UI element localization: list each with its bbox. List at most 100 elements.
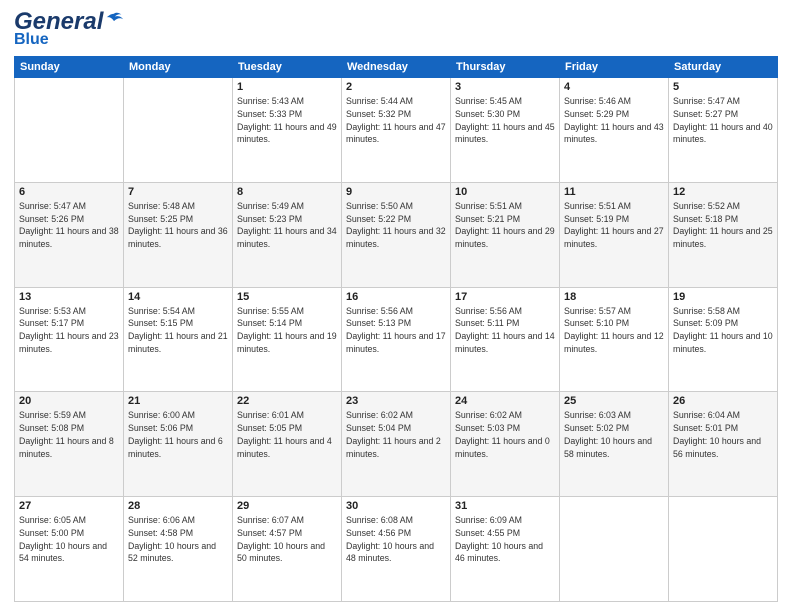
day-detail: Sunrise: 6:01 AM Sunset: 5:05 PM Dayligh… (237, 409, 337, 460)
day-detail: Sunrise: 5:48 AM Sunset: 5:25 PM Dayligh… (128, 200, 228, 251)
calendar-table: Sunday Monday Tuesday Wednesday Thursday… (14, 56, 778, 602)
day-number: 2 (346, 81, 446, 93)
day-number: 3 (455, 81, 555, 93)
day-number: 11 (564, 186, 664, 198)
day-detail: Sunrise: 6:00 AM Sunset: 5:06 PM Dayligh… (128, 409, 228, 460)
day-detail: Sunrise: 5:56 AM Sunset: 5:11 PM Dayligh… (455, 305, 555, 356)
day-detail: Sunrise: 5:58 AM Sunset: 5:09 PM Dayligh… (673, 305, 773, 356)
header: General Blue (14, 10, 778, 48)
day-detail: Sunrise: 6:06 AM Sunset: 4:58 PM Dayligh… (128, 514, 228, 565)
day-number: 5 (673, 81, 773, 93)
calendar-day-cell: 12 Sunrise: 5:52 AM Sunset: 5:18 PM Dayli… (669, 182, 778, 287)
calendar-day-cell (124, 78, 233, 183)
day-detail: Sunrise: 5:50 AM Sunset: 5:22 PM Dayligh… (346, 200, 446, 251)
day-number: 7 (128, 186, 228, 198)
day-number: 29 (237, 500, 337, 512)
calendar-day-cell: 29 Sunrise: 6:07 AM Sunset: 4:57 PM Dayli… (233, 497, 342, 602)
col-tuesday: Tuesday (233, 57, 342, 78)
day-detail: Sunrise: 6:07 AM Sunset: 4:57 PM Dayligh… (237, 514, 337, 565)
calendar-header-row: Sunday Monday Tuesday Wednesday Thursday… (15, 57, 778, 78)
day-detail: Sunrise: 5:59 AM Sunset: 5:08 PM Dayligh… (19, 409, 119, 460)
calendar-day-cell: 20 Sunrise: 5:59 AM Sunset: 5:08 PM Dayli… (15, 392, 124, 497)
calendar-week-row: 6 Sunrise: 5:47 AM Sunset: 5:26 PM Daylig… (15, 182, 778, 287)
day-detail: Sunrise: 5:55 AM Sunset: 5:14 PM Dayligh… (237, 305, 337, 356)
day-detail: Sunrise: 6:02 AM Sunset: 5:03 PM Dayligh… (455, 409, 555, 460)
day-number: 4 (564, 81, 664, 93)
calendar-day-cell: 1 Sunrise: 5:43 AM Sunset: 5:33 PM Daylig… (233, 78, 342, 183)
day-number: 13 (19, 291, 119, 303)
calendar-day-cell: 9 Sunrise: 5:50 AM Sunset: 5:22 PM Daylig… (342, 182, 451, 287)
day-number: 28 (128, 500, 228, 512)
calendar-day-cell: 10 Sunrise: 5:51 AM Sunset: 5:21 PM Dayli… (451, 182, 560, 287)
day-detail: Sunrise: 6:05 AM Sunset: 5:00 PM Dayligh… (19, 514, 119, 565)
day-number: 27 (19, 500, 119, 512)
day-detail: Sunrise: 5:49 AM Sunset: 5:23 PM Dayligh… (237, 200, 337, 251)
day-number: 20 (19, 395, 119, 407)
day-detail: Sunrise: 6:03 AM Sunset: 5:02 PM Dayligh… (564, 409, 664, 460)
col-wednesday: Wednesday (342, 57, 451, 78)
calendar-day-cell (669, 497, 778, 602)
calendar-day-cell: 22 Sunrise: 6:01 AM Sunset: 5:05 PM Dayli… (233, 392, 342, 497)
calendar-day-cell: 11 Sunrise: 5:51 AM Sunset: 5:19 PM Dayli… (560, 182, 669, 287)
day-number: 10 (455, 186, 555, 198)
day-number: 1 (237, 81, 337, 93)
day-detail: Sunrise: 6:09 AM Sunset: 4:55 PM Dayligh… (455, 514, 555, 565)
calendar-week-row: 20 Sunrise: 5:59 AM Sunset: 5:08 PM Dayli… (15, 392, 778, 497)
day-detail: Sunrise: 5:54 AM Sunset: 5:15 PM Dayligh… (128, 305, 228, 356)
calendar-day-cell: 23Sunrise: 6:02 AM Sunset: 5:04 PM Dayli… (342, 392, 451, 497)
calendar-day-cell: 15Sunrise: 5:55 AM Sunset: 5:14 PM Dayli… (233, 287, 342, 392)
calendar-day-cell: 16 Sunrise: 5:56 AM Sunset: 5:13 PM Dayli… (342, 287, 451, 392)
calendar-day-cell (15, 78, 124, 183)
day-number: 23 (346, 395, 446, 407)
day-number: 8 (237, 186, 337, 198)
calendar-day-cell (560, 497, 669, 602)
day-number: 22 (237, 395, 337, 407)
day-number: 26 (673, 395, 773, 407)
calendar-day-cell: 8 Sunrise: 5:49 AM Sunset: 5:23 PM Daylig… (233, 182, 342, 287)
calendar-day-cell: 31Sunrise: 6:09 AM Sunset: 4:55 PM Dayli… (451, 497, 560, 602)
calendar-day-cell: 4 Sunrise: 5:46 AM Sunset: 5:29 PM Daylig… (560, 78, 669, 183)
calendar-day-cell: 5Sunrise: 5:47 AM Sunset: 5:27 PM Daylig… (669, 78, 778, 183)
day-detail: Sunrise: 5:51 AM Sunset: 5:19 PM Dayligh… (564, 200, 664, 251)
col-saturday: Saturday (669, 57, 778, 78)
col-friday: Friday (560, 57, 669, 78)
logo-blue-text: Blue (14, 32, 125, 48)
day-number: 6 (19, 186, 119, 198)
calendar-day-cell: 13 Sunrise: 5:53 AM Sunset: 5:17 PM Dayli… (15, 287, 124, 392)
day-detail: Sunrise: 5:43 AM Sunset: 5:33 PM Dayligh… (237, 95, 337, 146)
calendar-week-row: 13 Sunrise: 5:53 AM Sunset: 5:17 PM Dayli… (15, 287, 778, 392)
day-detail: Sunrise: 5:51 AM Sunset: 5:21 PM Dayligh… (455, 200, 555, 251)
calendar-day-cell: 25 Sunrise: 6:03 AM Sunset: 5:02 PM Dayli… (560, 392, 669, 497)
day-number: 30 (346, 500, 446, 512)
calendar-day-cell: 14Sunrise: 5:54 AM Sunset: 5:15 PM Dayli… (124, 287, 233, 392)
day-detail: Sunrise: 5:53 AM Sunset: 5:17 PM Dayligh… (19, 305, 119, 356)
day-number: 12 (673, 186, 773, 198)
calendar-day-cell: 7 Sunrise: 5:48 AM Sunset: 5:25 PM Daylig… (124, 182, 233, 287)
calendar-day-cell: 17Sunrise: 5:56 AM Sunset: 5:11 PM Dayli… (451, 287, 560, 392)
day-detail: Sunrise: 6:08 AM Sunset: 4:56 PM Dayligh… (346, 514, 446, 565)
day-number: 21 (128, 395, 228, 407)
logo-wrap: General Blue (14, 10, 125, 48)
calendar-day-cell: 27 Sunrise: 6:05 AM Sunset: 5:00 PM Dayli… (15, 497, 124, 602)
day-detail: Sunrise: 5:46 AM Sunset: 5:29 PM Dayligh… (564, 95, 664, 146)
day-detail: Sunrise: 5:57 AM Sunset: 5:10 PM Dayligh… (564, 305, 664, 356)
day-number: 9 (346, 186, 446, 198)
day-number: 16 (346, 291, 446, 303)
calendar-day-cell: 24Sunrise: 6:02 AM Sunset: 5:03 PM Dayli… (451, 392, 560, 497)
calendar-day-cell: 21 Sunrise: 6:00 AM Sunset: 5:06 PM Dayli… (124, 392, 233, 497)
calendar-day-cell: 28 Sunrise: 6:06 AM Sunset: 4:58 PM Dayli… (124, 497, 233, 602)
logo-bird-icon (103, 11, 125, 33)
calendar-container: General Blue Sunday Monday Tuesday Wedne… (0, 0, 792, 612)
calendar-day-cell: 2Sunrise: 5:44 AM Sunset: 5:32 PM Daylig… (342, 78, 451, 183)
day-detail: Sunrise: 6:04 AM Sunset: 5:01 PM Dayligh… (673, 409, 773, 460)
calendar-day-cell: 26 Sunrise: 6:04 AM Sunset: 5:01 PM Dayli… (669, 392, 778, 497)
col-sunday: Sunday (15, 57, 124, 78)
calendar-day-cell: 19 Sunrise: 5:58 AM Sunset: 5:09 PM Dayli… (669, 287, 778, 392)
day-detail: Sunrise: 5:52 AM Sunset: 5:18 PM Dayligh… (673, 200, 773, 251)
day-detail: Sunrise: 5:56 AM Sunset: 5:13 PM Dayligh… (346, 305, 446, 356)
day-detail: Sunrise: 5:47 AM Sunset: 5:26 PM Dayligh… (19, 200, 119, 251)
day-number: 25 (564, 395, 664, 407)
day-number: 19 (673, 291, 773, 303)
calendar-week-row: 27 Sunrise: 6:05 AM Sunset: 5:00 PM Dayli… (15, 497, 778, 602)
calendar-day-cell: 3Sunrise: 5:45 AM Sunset: 5:30 PM Daylig… (451, 78, 560, 183)
